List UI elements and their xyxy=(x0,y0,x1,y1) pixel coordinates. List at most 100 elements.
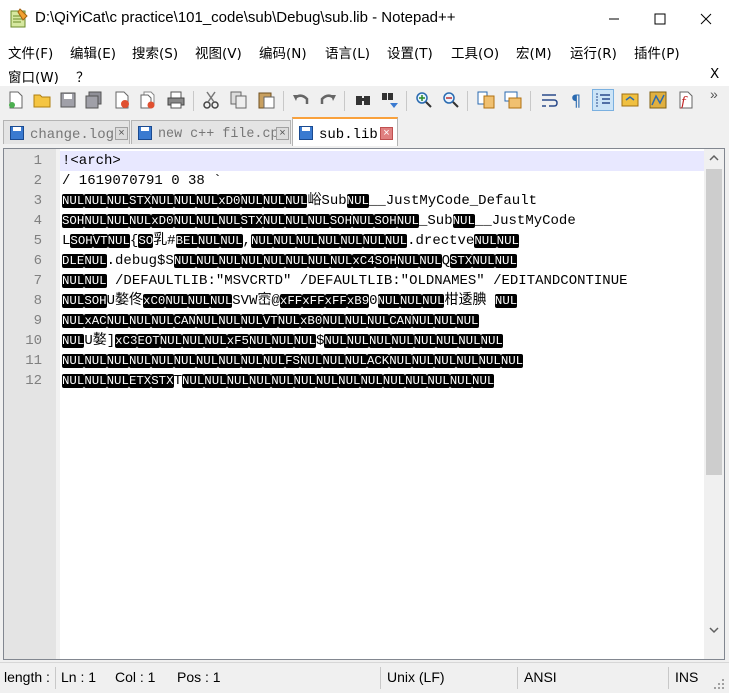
print-button[interactable] xyxy=(165,89,187,111)
tab-change-log[interactable]: change.log × xyxy=(3,120,130,144)
control-char-token: NUL xyxy=(62,274,85,288)
control-char-token: NUL xyxy=(263,254,286,268)
editor-pane[interactable]: 1 2 3 4 5 6 7 8 9 10 11 12 !<arch>/ 1619070791 0 38… xyxy=(3,148,725,660)
control-char-token: NUL xyxy=(293,334,316,348)
maximize-button[interactable] xyxy=(637,0,683,38)
menu-view[interactable]: 视图(V) xyxy=(195,42,242,62)
sync-vertical-icon xyxy=(477,91,495,109)
sync-vertical-button[interactable] xyxy=(475,89,497,111)
control-char-token: SOH xyxy=(84,294,107,308)
menu-search[interactable]: 搜索(S) xyxy=(132,42,178,62)
close-button[interactable] xyxy=(683,0,729,38)
status-divider xyxy=(517,667,518,689)
undo-button[interactable] xyxy=(290,89,312,111)
redo-button[interactable] xyxy=(317,89,339,111)
control-char-token: xFF xyxy=(279,294,303,308)
close-file-button[interactable] xyxy=(111,89,133,111)
toolbar-overflow-chevron-icon[interactable]: » xyxy=(710,86,718,102)
control-char-token: NUL xyxy=(422,294,445,308)
control-char-token: NUL xyxy=(226,374,249,388)
menu-run[interactable]: 运行(R) xyxy=(570,42,617,62)
tab-new-cpp-file[interactable]: new c++ file.cpp × xyxy=(131,120,291,144)
menu-encoding[interactable]: 编码(N) xyxy=(259,42,307,62)
menu-plugins[interactable]: 插件(P) xyxy=(634,42,680,62)
menu-bar: 文件(F) 编辑(E) 搜索(S) 视图(V) 编码(N) 语言(L) 设置(T… xyxy=(0,38,729,86)
control-char-token: NUL xyxy=(271,334,294,348)
doc-map-button[interactable] xyxy=(647,89,669,111)
sync-horizontal-button[interactable] xyxy=(502,89,524,111)
zoom-in-button[interactable] xyxy=(413,89,435,111)
resize-grip-icon[interactable] xyxy=(712,677,726,691)
menu-file[interactable]: 文件(F) xyxy=(8,42,53,62)
tab-close-icon[interactable]: × xyxy=(380,127,393,140)
vertical-scrollbar[interactable] xyxy=(704,149,724,659)
find-button[interactable] xyxy=(352,89,374,111)
text-area[interactable]: !<arch>/ 1619070791 0 38 ` NULNULNULSTXNU… xyxy=(60,149,704,659)
close-all-icon xyxy=(140,91,155,109)
text-token: !<arch> xyxy=(62,153,121,169)
copy-icon xyxy=(230,91,247,109)
text-token: SVW崈@ xyxy=(232,293,280,309)
code-line: NULNULNULNULNULNULNULNULNULNULFSNULNULNU… xyxy=(62,351,524,371)
undo-icon xyxy=(293,94,309,104)
control-char-token: NUL xyxy=(165,294,188,308)
control-char-token: EOT xyxy=(137,334,160,348)
tab-sub-lib[interactable]: sub.lib × xyxy=(292,117,398,146)
status-divider xyxy=(380,667,381,689)
control-char-token: NUL xyxy=(366,314,390,328)
code-line: NULxACNULNULNULCANNULNULNULVTNULxB0NULNU… xyxy=(62,311,479,331)
line-number: 3 xyxy=(33,193,42,209)
tab-close-icon[interactable]: × xyxy=(115,127,128,140)
replace-button[interactable] xyxy=(379,89,401,111)
close-document-button[interactable]: X xyxy=(710,66,719,82)
zoom-out-button[interactable] xyxy=(440,89,462,111)
scrollbar-thumb[interactable] xyxy=(706,169,722,475)
scroll-down-arrow-icon[interactable] xyxy=(709,626,719,634)
control-char-token: NUL xyxy=(173,214,196,228)
language-tag-button[interactable] xyxy=(619,89,641,111)
menu-tools[interactable]: 工具(O) xyxy=(451,42,499,62)
control-char-token: NUL xyxy=(419,254,442,268)
control-char-token: NUL xyxy=(84,374,107,388)
open-file-button[interactable] xyxy=(31,89,53,111)
word-wrap-button[interactable] xyxy=(538,89,560,111)
minimize-button[interactable] xyxy=(591,0,637,38)
text-token: 柑逶腆 xyxy=(444,293,495,309)
toolbar-separator xyxy=(344,91,345,111)
control-char-token: NUL xyxy=(396,254,420,268)
control-char-token: NUL xyxy=(494,254,517,268)
copy-button[interactable] xyxy=(228,89,250,111)
menu-macro[interactable]: 宏(M) xyxy=(516,42,552,62)
control-char-token: NUL xyxy=(340,234,363,248)
control-char-token: NUL xyxy=(84,254,107,268)
code-line: !<arch> xyxy=(62,151,121,171)
save-all-button[interactable] xyxy=(83,89,105,111)
svg-text:¶: ¶ xyxy=(571,91,581,109)
control-char-token: VT xyxy=(92,234,108,248)
control-char-token: NUL xyxy=(106,354,129,368)
paste-button[interactable] xyxy=(255,89,277,111)
menu-help[interactable]: ？ xyxy=(76,66,90,86)
control-char-token: SOH xyxy=(374,214,397,228)
close-all-button[interactable] xyxy=(137,89,159,111)
function-list-button[interactable]: f xyxy=(674,89,696,111)
menu-window[interactable]: 窗口(W) xyxy=(8,66,59,86)
code-line: SOHNULNULNULxD0NULNULNULSTXNULNULNULSOHN… xyxy=(62,211,576,231)
control-char-token: NUL xyxy=(368,334,392,348)
tab-close-icon[interactable]: × xyxy=(276,127,289,140)
scroll-up-arrow-icon[interactable] xyxy=(709,154,719,162)
menu-language[interactable]: 语言(L) xyxy=(325,42,370,62)
cut-button[interactable] xyxy=(200,89,222,111)
control-char-token: NUL xyxy=(494,294,518,308)
show-all-chars-button[interactable]: ¶ xyxy=(565,89,587,111)
control-char-token: NUL xyxy=(128,314,152,328)
new-file-button[interactable] xyxy=(5,89,27,111)
save-button[interactable] xyxy=(57,89,79,111)
menu-edit[interactable]: 编辑(E) xyxy=(70,42,116,62)
control-char-token: NUL xyxy=(262,354,286,368)
control-char-token: NUL xyxy=(389,354,412,368)
indent-guide-button[interactable] xyxy=(592,89,614,111)
control-char-token: xFF xyxy=(302,294,325,308)
status-divider xyxy=(55,667,56,689)
menu-settings[interactable]: 设置(T) xyxy=(387,42,433,62)
